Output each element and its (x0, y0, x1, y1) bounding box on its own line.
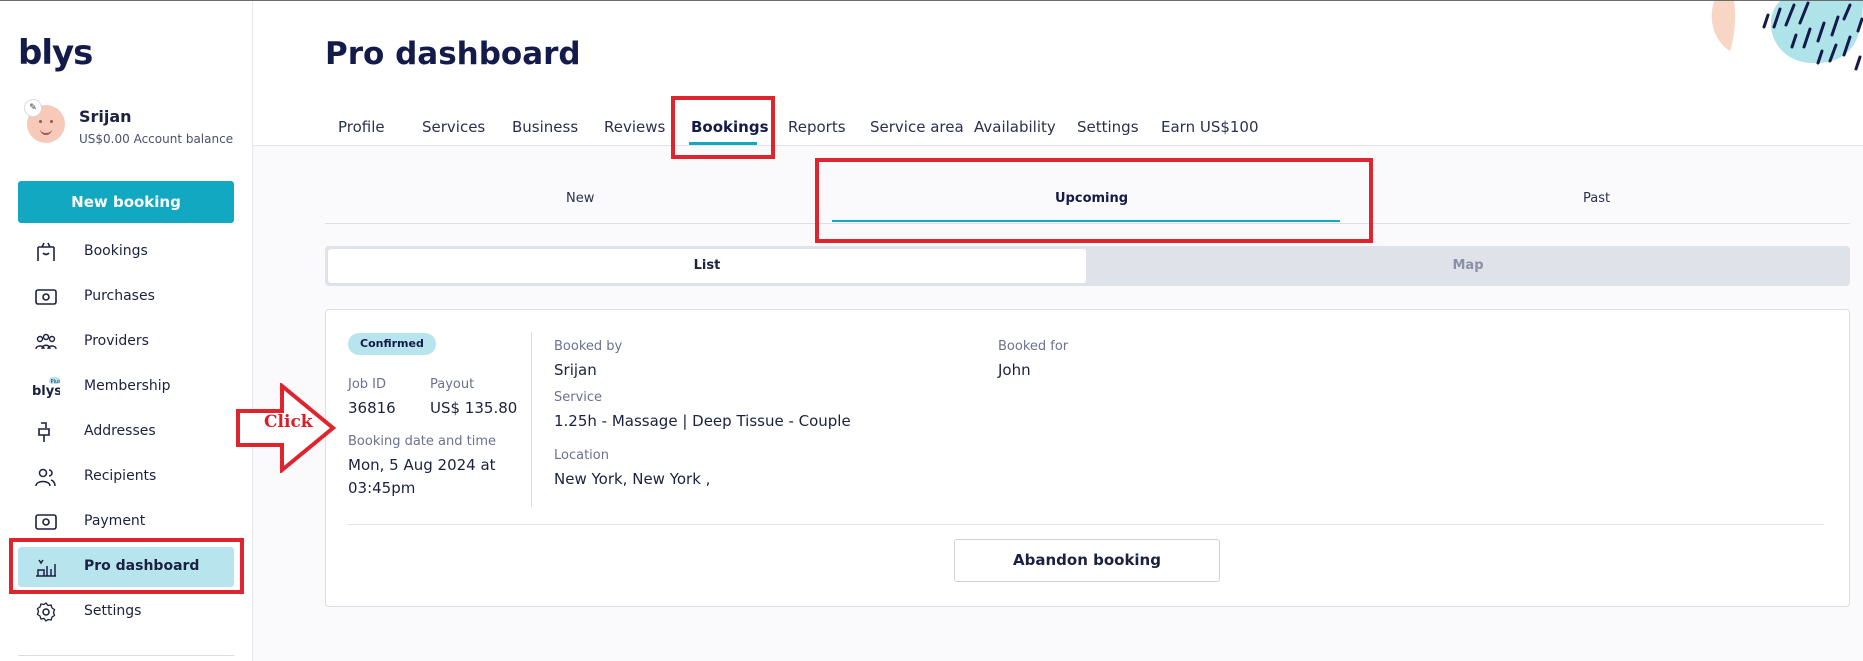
subtab-new[interactable]: New (566, 191, 594, 206)
top-border (0, 0, 1863, 1)
sidebar-item-label: Settings (84, 603, 142, 619)
map-view-button[interactable]: Map (1089, 249, 1847, 283)
service-value: 1.25h - Massage | Deep Tissue - Couple (554, 412, 851, 430)
sidebar-item-addresses[interactable]: Addresses (18, 412, 234, 452)
highlight-pro-dashboard (9, 538, 244, 594)
blys-plus-icon: blysPlus (32, 377, 61, 398)
recipients-icon (35, 468, 56, 487)
status-badge: Confirmed (348, 333, 436, 355)
tab-availability[interactable]: Availability (974, 118, 1056, 136)
booked-for-value: John (998, 361, 1031, 379)
user-name: Srijan (79, 107, 132, 126)
tab-services[interactable]: Services (422, 118, 485, 136)
sidebar-item-bookings[interactable]: Bookings (18, 232, 234, 272)
card-divider-vertical (531, 332, 532, 507)
job-id-value: 36816 (348, 399, 396, 417)
sidebar-item-label: Bookings (84, 243, 148, 259)
svg-text:blys: blys (32, 384, 60, 398)
sidebar-item-providers[interactable]: Providers (18, 322, 234, 362)
mailbox-icon (38, 422, 50, 442)
tab-profile[interactable]: Profile (338, 118, 385, 136)
booked-by-label: Booked by (554, 339, 623, 354)
sidebar-item-recipients[interactable]: Recipients (18, 457, 234, 497)
booked-by-value: Srijan (554, 361, 597, 379)
abandon-booking-button[interactable]: Abandon booking (954, 539, 1220, 582)
tab-reviews[interactable]: Reviews (604, 118, 665, 136)
booked-for-label: Booked for (998, 339, 1069, 354)
card-divider-horizontal (348, 524, 1824, 525)
avatar-eye (39, 120, 42, 123)
subtab-past[interactable]: Past (1583, 191, 1610, 206)
decorative-pattern (1711, 1, 1863, 71)
sidebar-item-label: Payment (84, 513, 146, 529)
sidebar-item-payment[interactable]: Payment (18, 502, 234, 542)
sidebar-divider (18, 655, 234, 656)
highlight-upcoming-tab (815, 158, 1373, 243)
account-balance: US$0.00 Account balance (79, 132, 234, 146)
avatar-mouth (40, 127, 52, 135)
avatar-eye (50, 120, 53, 123)
sidebar-item-label: Membership (84, 378, 171, 394)
page-title: Pro dashboard (325, 36, 581, 72)
sidebar-item-label: Providers (84, 333, 149, 349)
bookings-icon (37, 242, 55, 261)
list-view-button[interactable]: List (328, 249, 1086, 283)
edit-avatar-icon[interactable]: ✎ (24, 99, 42, 117)
sidebar-item-label: Recipients (84, 468, 157, 484)
tab-business[interactable]: Business (512, 118, 578, 136)
view-toggle: List Map (325, 246, 1850, 286)
booking-card[interactable]: Confirmed Job ID 36816 Payout US$ 135.80… (325, 309, 1850, 607)
payout-value: US$ 135.80 (430, 399, 518, 417)
sidebar-item-label: Addresses (84, 423, 156, 439)
gear-icon (36, 602, 56, 622)
job-id-label: Job ID (348, 377, 387, 392)
booking-datetime-line1: Mon, 5 Aug 2024 at (348, 456, 496, 474)
booking-datetime-line2: 03:45pm (348, 479, 416, 497)
purchases-icon (35, 289, 57, 305)
tab-earn[interactable]: Earn US$100 (1161, 118, 1259, 136)
booking-datetime-label: Booking date and time (348, 434, 496, 449)
blys-logo[interactable]: blys (18, 33, 93, 73)
payment-icon (35, 514, 57, 530)
providers-icon (35, 333, 57, 350)
click-annotation: Click (264, 412, 313, 432)
sidebar-item-membership[interactable]: blys Plus Membership (18, 367, 234, 407)
location-value: New York, New York , (554, 470, 711, 488)
service-label: Service (554, 390, 603, 405)
sidebar-item-settings[interactable]: Settings (18, 592, 234, 632)
tab-reports[interactable]: Reports (788, 118, 846, 136)
svg-text:Plus: Plus (51, 379, 61, 385)
tab-service-area[interactable]: Service area (870, 118, 964, 136)
sidebar-item-purchases[interactable]: Purchases (18, 277, 234, 317)
highlight-bookings-tab (671, 96, 775, 159)
location-label: Location (554, 448, 609, 463)
new-booking-button[interactable]: New booking (18, 181, 234, 223)
sidebar-item-label: Purchases (84, 288, 155, 304)
tab-settings[interactable]: Settings (1077, 118, 1139, 136)
payout-label: Payout (430, 377, 475, 392)
